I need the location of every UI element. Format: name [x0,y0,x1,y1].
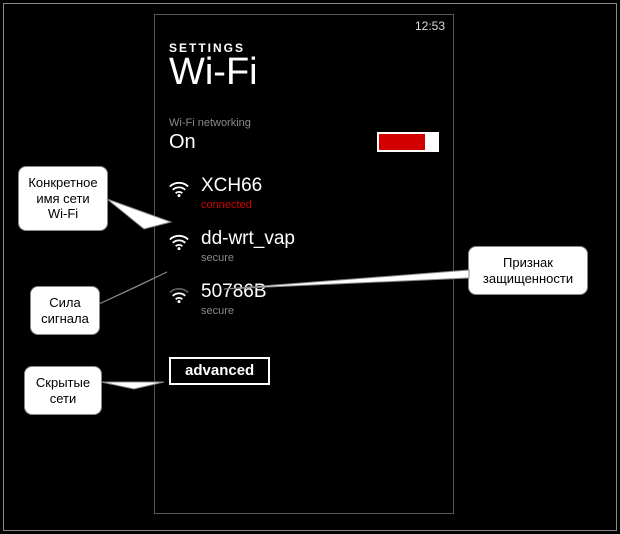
wifi-signal-icon [169,286,189,304]
network-ssid: XCH66 [201,176,262,197]
status-bar: 12:53 [155,15,453,37]
callout-hidden: Скрытые сети [24,366,102,415]
networking-caption: Wi-Fi networking [169,117,439,129]
network-list: XCH66 connected dd-wrt_vap secure [169,176,439,317]
network-row[interactable]: 50786B secure [169,282,439,317]
toggle-thumb [425,134,437,150]
callout-secure: Признак защищенности [468,246,588,295]
network-ssid: dd-wrt_vap [201,229,295,250]
network-status: secure [201,305,267,317]
status-clock: 12:53 [415,19,445,33]
screen-content: SETTINGS Wi-Fi Wi-Fi networking On [155,37,453,385]
wifi-signal-icon [169,233,189,251]
diagram-canvas: 12:53 SETTINGS Wi-Fi Wi-Fi networking On [3,3,617,531]
toggle-fill [379,134,425,150]
networking-row: On [169,131,439,154]
network-status: secure [201,252,295,264]
wifi-toggle[interactable] [377,132,439,152]
callout-signal: Сила сигнала [30,286,100,335]
advanced-button[interactable]: advanced [169,357,270,385]
networking-state: On [169,131,196,154]
network-status: connected [201,199,262,211]
network-row[interactable]: XCH66 connected [169,176,439,211]
network-ssid: 50786B [201,282,267,303]
wifi-signal-icon [169,180,189,198]
network-row[interactable]: dd-wrt_vap secure [169,229,439,264]
callout-ssid: Конкретное имя сети Wi-Fi [18,166,108,231]
phone-frame: 12:53 SETTINGS Wi-Fi Wi-Fi networking On [154,14,454,514]
page-title: Wi-Fi [169,53,439,93]
